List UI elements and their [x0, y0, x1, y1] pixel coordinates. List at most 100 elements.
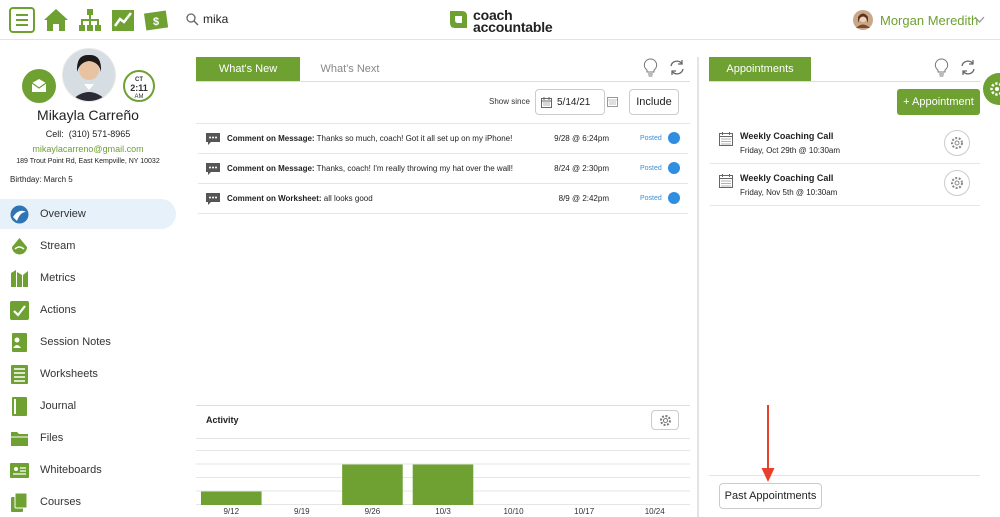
sidebar-item-label: Courses [40, 496, 81, 508]
include-button[interactable]: Include [629, 89, 679, 115]
item-date: 8/9 @ 2:42pm [558, 194, 609, 203]
status-badge: Posted [640, 135, 662, 142]
chart-bar [342, 464, 403, 505]
item-type: Comment on Message: [227, 134, 315, 143]
lightbulb-icon[interactable] [643, 58, 658, 77]
cell-label: Cell: [45, 129, 64, 139]
sidebar-item-label: Actions [40, 304, 77, 316]
show-since-date-input[interactable]: 5/14/21 [535, 89, 605, 115]
appointment-title: Weekly Coaching Call [740, 131, 834, 141]
gear-icon [660, 415, 671, 426]
appointment-datetime: Friday, Oct 29th @ 10:30am [740, 146, 841, 155]
client-local-time: CT 2:11 AM [123, 70, 155, 102]
appointment-item[interactable]: Weekly Coaching Call Friday, Oct 29th @ … [710, 122, 980, 164]
sidebar-item-label: Whiteboards [40, 464, 102, 476]
sidebar-item-session-notes[interactable]: Session Notes [0, 327, 176, 357]
courses-icon [11, 493, 28, 512]
metrics-icon [11, 270, 28, 287]
red-arrow-annotation [761, 405, 775, 482]
checkmark-icon [10, 301, 29, 320]
side-settings-tab[interactable] [983, 73, 1000, 105]
calendar-icon [719, 174, 733, 188]
sidebar-item-stream[interactable]: Stream [0, 231, 176, 261]
lightbulb-icon[interactable] [934, 58, 949, 77]
cell-number[interactable]: (310) 571-8965 [69, 129, 131, 139]
show-since-label: Show since [489, 97, 530, 106]
sidebar-item-files[interactable]: Files [0, 423, 176, 453]
sidebar: CT 2:11 AM Mikayla Carreño Cell: (310) 5… [0, 40, 185, 517]
chart-tick-label: 10/24 [644, 507, 665, 516]
menu-icon[interactable] [9, 7, 35, 33]
comment-icon [206, 163, 220, 175]
client-email[interactable]: mikaylacarreno@gmail.com [0, 144, 176, 154]
sidebar-item-label: Worksheets [40, 368, 98, 380]
calendar-picker-icon[interactable] [607, 96, 618, 107]
appointment-item[interactable]: Weekly Coaching Call Friday, Nov 5th @ 1… [710, 164, 980, 206]
tab-divider [196, 81, 690, 82]
sidebar-item-label: Overview [40, 208, 86, 220]
client-name: Mikayla Carreño [37, 107, 139, 123]
sidebar-item-label: Session Notes [40, 336, 111, 348]
list-item[interactable]: Comment on Message: Thanks so much, coac… [198, 124, 688, 154]
chart-tick-label: 9/19 [294, 507, 310, 516]
status-dot [668, 162, 680, 174]
list-item[interactable]: Comment on Message: Thanks, coach! I'm r… [198, 154, 688, 184]
time: 2:11 [130, 83, 148, 93]
item-date: 9/28 @ 6:24pm [554, 134, 609, 143]
refresh-icon[interactable] [668, 59, 686, 76]
chart-tick-label: 9/12 [223, 507, 240, 516]
panel-divider [697, 57, 699, 517]
status-badge: Posted [640, 195, 662, 202]
gear-icon[interactable] [944, 130, 970, 156]
ampm: AM [134, 94, 144, 100]
list-item-text: Comment on Message: Thanks so much, coac… [227, 134, 532, 143]
logo-line2: accountable [473, 19, 553, 35]
status-badge: Posted [640, 165, 662, 172]
tab-whats-new[interactable]: What's New [196, 57, 300, 82]
activity-settings-button[interactable] [651, 410, 679, 430]
tab-whats-next[interactable]: What's Next [300, 57, 400, 82]
sidebar-item-metrics[interactable]: Metrics [0, 263, 176, 293]
comment-icon [206, 193, 220, 205]
user-name[interactable]: Morgan Meredith [880, 13, 978, 28]
add-appointment-button[interactable]: + Appointment [897, 89, 980, 115]
folder-icon [11, 432, 28, 446]
appointment-title: Weekly Coaching Call [740, 173, 834, 183]
sidebar-item-overview[interactable]: Overview [0, 199, 176, 229]
list-item-text: Comment on Message: Thanks, coach! I'm r… [227, 164, 532, 173]
item-type: Comment on Message: [227, 164, 315, 173]
client-cell: Cell: (310) 571-8965 [0, 129, 176, 139]
chart-tick-label: 10/10 [503, 507, 524, 516]
sidebar-item-courses[interactable]: Courses [0, 487, 176, 517]
status-dot [668, 132, 680, 144]
search-icon[interactable] [186, 13, 199, 26]
gear-icon[interactable] [944, 170, 970, 196]
refresh-icon[interactable] [959, 59, 977, 76]
sidebar-item-journal[interactable]: Journal [0, 391, 176, 421]
gear-icon [990, 82, 1000, 96]
list-item[interactable]: Comment on Worksheet: all looks good 8/9… [198, 184, 688, 214]
sidebar-item-actions[interactable]: Actions [0, 295, 176, 325]
org-chart-icon[interactable] [77, 7, 103, 33]
session-notes-icon [12, 333, 27, 352]
sidebar-item-label: Metrics [40, 272, 76, 284]
activity-top-border [196, 405, 690, 406]
stream-icon [12, 238, 27, 255]
past-appointments-button[interactable]: Past Appointments [719, 483, 822, 509]
calendar-icon [541, 97, 552, 108]
chart-tick-label: 10/3 [435, 507, 451, 516]
item-message: Thanks, coach! I'm really throwing my ha… [316, 164, 513, 173]
whiteboard-icon [10, 463, 29, 478]
message-client-icon[interactable] [22, 69, 56, 103]
search-input[interactable]: mika [203, 12, 228, 26]
money-icon[interactable]: $ [143, 7, 169, 33]
chevron-down-icon[interactable] [974, 16, 985, 24]
overview-icon [10, 205, 29, 224]
sidebar-item-worksheets[interactable]: Worksheets [0, 359, 176, 389]
sidebar-item-whiteboards[interactable]: Whiteboards [0, 455, 176, 485]
item-message: all looks good [323, 194, 373, 203]
home-icon[interactable] [43, 7, 69, 33]
user-avatar[interactable] [853, 10, 873, 30]
progress-chart-icon[interactable] [110, 7, 136, 33]
tab-appointments[interactable]: Appointments [709, 57, 811, 82]
